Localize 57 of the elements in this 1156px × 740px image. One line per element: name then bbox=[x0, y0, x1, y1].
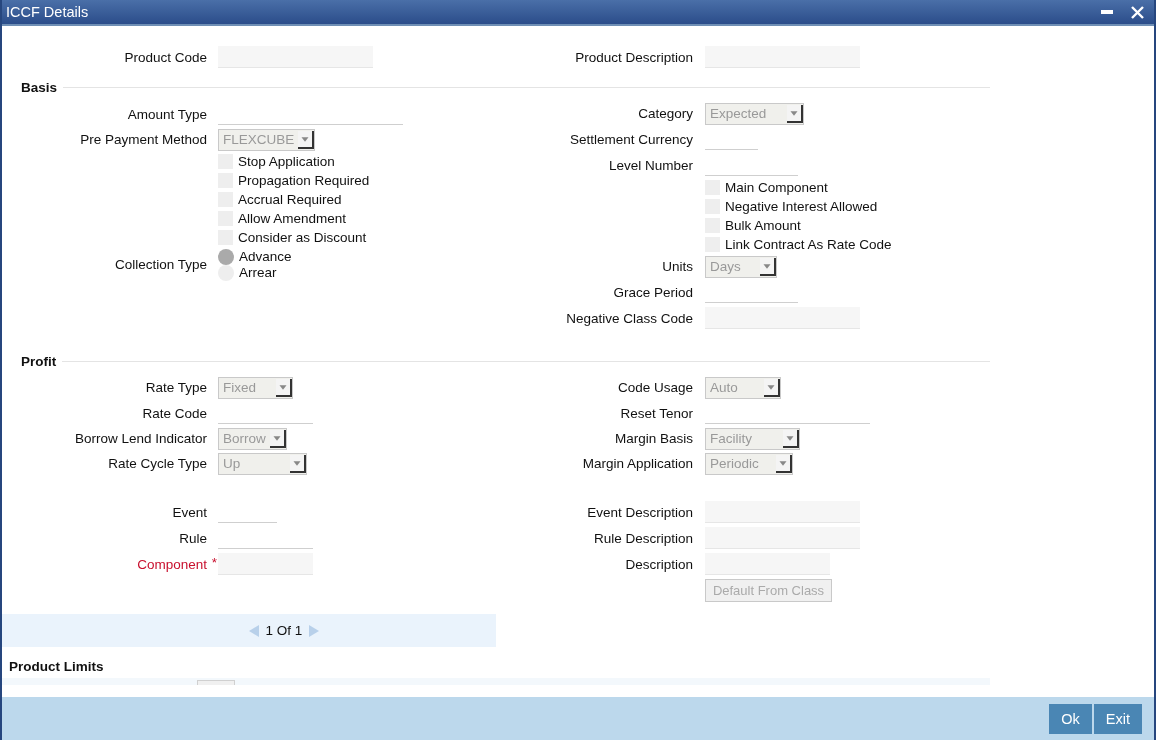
field-label: Units bbox=[662, 259, 693, 274]
field-label: Pre Payment Method bbox=[80, 132, 207, 147]
checkbox[interactable]: Stop Application bbox=[218, 154, 490, 169]
dropdown[interactable]: Periodic bbox=[705, 452, 793, 475]
field-label: Event bbox=[172, 504, 207, 520]
required-marker: * bbox=[211, 554, 217, 570]
dropdown[interactable]: Fixed bbox=[218, 376, 293, 399]
field-label: Level Number bbox=[608, 157, 693, 173]
close-icon bbox=[1130, 5, 1144, 19]
field-label: Settlement Currency bbox=[569, 131, 693, 147]
field-label: Borrow Lend Indicator bbox=[74, 431, 207, 446]
dropdown[interactable]: FLEXCUBE bbox=[218, 128, 315, 151]
window-title: ICCF Details bbox=[6, 4, 90, 20]
field-label: Product Description bbox=[575, 49, 693, 65]
field-label: Category bbox=[638, 106, 693, 121]
field-label: Margin Basis bbox=[614, 431, 693, 446]
field-label: Negative Class Code bbox=[566, 310, 693, 326]
dropdown[interactable]: Auto bbox=[705, 376, 781, 399]
checkbox[interactable]: Link Contract As Rate Code bbox=[705, 237, 990, 252]
field-label: Rate Code bbox=[142, 405, 207, 421]
field-label: Rate Cycle Type bbox=[108, 456, 207, 471]
section-title: Basis bbox=[21, 79, 58, 95]
checkbox[interactable]: Negative Interest Allowed bbox=[705, 199, 990, 214]
field-label: Rule Description bbox=[593, 530, 693, 546]
footer-button[interactable]: Exit bbox=[1093, 703, 1142, 734]
checkbox[interactable]: Consider as Discount bbox=[218, 230, 490, 245]
section-title: Profit bbox=[21, 353, 57, 369]
dropdown[interactable]: Days bbox=[705, 255, 777, 278]
checkbox[interactable]: Bulk Amount bbox=[705, 218, 990, 233]
checkbox[interactable]: Accrual Required bbox=[218, 192, 490, 207]
dropdown[interactable]: Up bbox=[218, 452, 307, 475]
field-label: Collection Type bbox=[114, 257, 207, 272]
checkbox[interactable]: Allow Amendment bbox=[218, 211, 490, 226]
section-title: Product Limits bbox=[9, 659, 105, 674]
field-label: Rate Type bbox=[145, 380, 207, 395]
minimize-icon bbox=[1101, 10, 1113, 14]
field-label: Description bbox=[625, 556, 693, 572]
field-label: Product Code bbox=[124, 49, 207, 65]
field-label: Amount Type bbox=[127, 106, 207, 122]
field-label: Reset Tenor bbox=[620, 405, 693, 421]
close-button[interactable] bbox=[1130, 5, 1144, 19]
next-page-icon[interactable] bbox=[308, 623, 321, 638]
field-label: Rule bbox=[179, 530, 207, 546]
dropdown[interactable]: Facility bbox=[705, 427, 800, 450]
field-label: Event Description bbox=[587, 504, 693, 520]
field-label: Code Usage bbox=[617, 380, 693, 395]
dropdown[interactable]: Expected bbox=[705, 102, 804, 125]
previous-page-icon[interactable] bbox=[247, 623, 260, 638]
radio-option[interactable]: Advance bbox=[218, 248, 490, 265]
footer-button[interactable]: Ok bbox=[1049, 703, 1092, 734]
checkbox[interactable]: Main Component bbox=[705, 180, 990, 195]
dropdown[interactable]: Borrow bbox=[218, 427, 287, 450]
page-indicator: 1 Of 1 bbox=[265, 623, 303, 638]
checkbox[interactable]: Propagation Required bbox=[218, 173, 490, 188]
field-label: Grace Period bbox=[613, 284, 693, 300]
field-label: Margin Application bbox=[582, 456, 693, 471]
radio-option[interactable]: Arrear bbox=[218, 264, 490, 281]
